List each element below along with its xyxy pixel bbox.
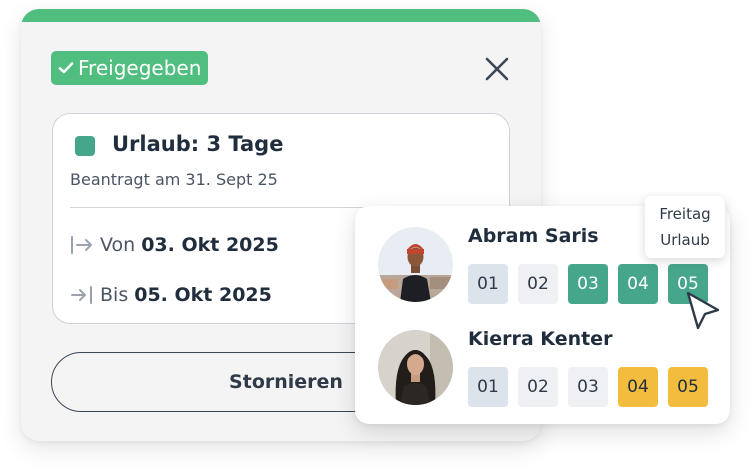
requested-date: Beantragt am 31. Sept 25 xyxy=(70,170,278,189)
start-date-value: 03. Okt 2025 xyxy=(141,234,279,256)
status-badge-label: Freigegeben xyxy=(78,56,202,80)
check-icon xyxy=(58,62,74,74)
avatar xyxy=(378,227,453,302)
avatar-kierra-kenter xyxy=(378,330,453,405)
end-date-value: 05. Okt 2025 xyxy=(134,284,272,306)
start-date-row: Von 03. Okt 2025 xyxy=(70,234,279,256)
end-date-label: Bis xyxy=(100,284,129,306)
pointer-cursor-icon xyxy=(686,291,720,330)
start-arrow-icon xyxy=(71,236,92,254)
day-cell[interactable]: 01 xyxy=(468,264,508,304)
day-cell[interactable]: 01 xyxy=(468,367,508,407)
leave-title: Urlaub: 3 Tage xyxy=(112,132,284,156)
day-cells: 01 02 03 04 05 xyxy=(468,367,708,407)
day-cells: 01 02 03 04 05 xyxy=(468,264,708,304)
avatar-abram-saris xyxy=(378,227,453,302)
status-bar xyxy=(21,9,541,22)
day-cell-pending[interactable]: 04 xyxy=(618,367,658,407)
person-name: Abram Saris xyxy=(468,225,599,247)
leave-type-color-icon xyxy=(75,136,95,156)
day-tooltip: Freitag Urlaub xyxy=(645,196,725,258)
day-cell-approved[interactable]: 03 xyxy=(568,264,608,304)
person-name: Kierra Kenter xyxy=(468,328,613,350)
day-cell[interactable]: 02 xyxy=(518,367,558,407)
mouse-cursor xyxy=(684,290,724,338)
avatar xyxy=(378,330,453,405)
start-date-label: Von xyxy=(100,234,136,256)
close-icon xyxy=(485,57,509,81)
tooltip-type: Urlaub xyxy=(660,231,710,249)
day-cell[interactable]: 02 xyxy=(518,264,558,304)
end-date-row: Bis 05. Okt 2025 xyxy=(70,284,272,306)
tooltip-weekday: Freitag xyxy=(659,205,711,223)
day-cell-approved[interactable]: 04 xyxy=(618,264,658,304)
day-cell-pending[interactable]: 05 xyxy=(668,367,708,407)
status-badge: Freigegeben xyxy=(51,51,209,85)
close-button[interactable] xyxy=(483,55,511,83)
day-cell[interactable]: 03 xyxy=(568,367,608,407)
end-arrow-icon xyxy=(71,286,92,304)
